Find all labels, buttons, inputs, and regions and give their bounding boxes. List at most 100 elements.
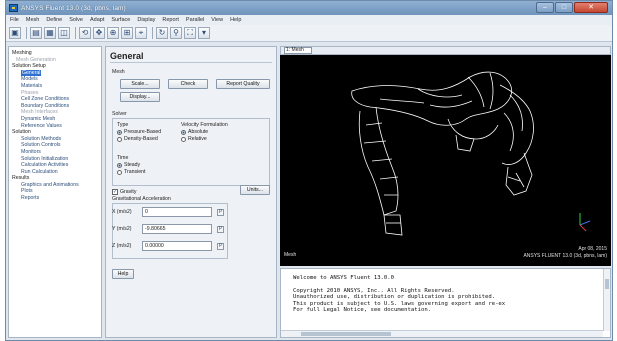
console-window[interactable]: Welcome to ANSYS Fluent 13.0.0 Copyright… <box>280 268 611 338</box>
general-task-panel: General Mesh Scale... Check Report Quali… <box>105 46 277 338</box>
minimize-button[interactable]: – <box>536 2 554 13</box>
close-button[interactable]: ✕ <box>574 2 608 13</box>
tree-item-materials[interactable]: Materials <box>12 83 98 90</box>
menu-report[interactable]: Report <box>162 17 179 23</box>
mouse-rotate-icon[interactable]: ↻ <box>156 27 168 39</box>
menu-surface[interactable]: Surface <box>111 17 130 23</box>
tree-item-reports[interactable]: Reports <box>12 195 98 202</box>
tree-item-boundary-conditions[interactable]: Boundary Conditions <box>12 103 98 110</box>
write-icon[interactable]: ▦ <box>44 27 56 39</box>
absolute-radio[interactable]: Absolute <box>181 129 208 135</box>
tree-item-solution-controls[interactable]: Solution Controls <box>12 142 98 149</box>
mesh-wireframe <box>351 71 591 236</box>
toolbar-separator <box>26 27 27 39</box>
tree-item-run-calculation[interactable]: Run Calculation <box>12 169 98 176</box>
solver-section-label: Solver <box>112 111 127 117</box>
velocity-formulation-label: Velocity Formulation <box>181 122 228 128</box>
menu-define[interactable]: Define <box>46 17 62 23</box>
menu-adapt[interactable]: Adapt <box>90 17 104 23</box>
open-file-icon[interactable]: ▣ <box>9 27 21 39</box>
tree-item-general[interactable]: General <box>21 69 42 77</box>
print-icon[interactable]: ◫ <box>58 27 70 39</box>
graphics-viewport[interactable]: Mesh Apr 08, 2015 ANSYS FLUENT 13.0 (3d,… <box>280 55 611 266</box>
report-quality-button[interactable]: Report Quality <box>216 79 270 89</box>
gravity-z-label: Z (m/s2) <box>112 243 132 249</box>
console-line: Unauthorized use, distribution or duplic… <box>293 294 496 301</box>
translate-icon[interactable]: ✥ <box>93 27 105 39</box>
tree-item-solution-initialization[interactable]: Solution Initialization <box>12 156 98 163</box>
parameter-dropdown-icon[interactable]: P <box>217 242 224 250</box>
menu-file[interactable]: File <box>10 17 19 23</box>
gravity-x-row: X (m/s2) 0 P <box>112 206 224 218</box>
menu-help[interactable]: Help <box>230 17 241 23</box>
tree-item-models[interactable]: Models <box>12 76 98 83</box>
gravity-checkbox[interactable]: ✓ Gravity <box>112 189 136 195</box>
panel-title: General <box>110 51 272 63</box>
title-bar: ANSYS Fluent 13.0 (3d, pbns, lam) – □ ✕ <box>6 1 612 15</box>
menu-solve[interactable]: Solve <box>69 17 83 23</box>
tree-category-solution-setup[interactable]: Solution Setup <box>12 63 98 70</box>
fit-view-icon[interactable]: ⛶ <box>184 27 196 39</box>
transient-radio[interactable]: Transient <box>117 169 145 175</box>
rotate-icon[interactable]: ⟲ <box>79 27 91 39</box>
transient-label: Transient <box>124 169 146 175</box>
probe-icon[interactable]: ⌖ <box>135 27 147 39</box>
tree-item-plots[interactable]: Plots <box>12 188 98 195</box>
save-icon[interactable]: ▤ <box>30 27 42 39</box>
maximize-button[interactable]: □ <box>555 2 573 13</box>
tree-item-graphics-and-animations[interactable]: Graphics and Animations <box>12 182 98 189</box>
graphics-window-select[interactable]: 1: Mesh <box>284 47 312 54</box>
tree-item-solution-methods[interactable]: Solution Methods <box>12 136 98 143</box>
tree-category-solution[interactable]: Solution <box>12 129 98 136</box>
tree-item-mesh-interfaces[interactable]: Mesh Interfaces <box>12 109 98 116</box>
mouse-zoom-icon[interactable]: ⚲ <box>170 27 182 39</box>
zoom-icon[interactable]: ⊕ <box>107 27 119 39</box>
menu-display[interactable]: Display <box>137 17 155 23</box>
steady-radio[interactable]: Steady <box>117 162 140 168</box>
check-button[interactable]: Check <box>168 79 208 89</box>
parameter-dropdown-icon[interactable]: P <box>217 225 224 233</box>
type-label: Type <box>117 122 129 128</box>
pressure-based-label: Pressure-Based <box>124 129 162 135</box>
tree-item-reference-values[interactable]: Reference Values <box>12 123 98 130</box>
menu-bar: File Mesh Define Solve Adapt Surface Dis… <box>6 15 612 25</box>
tree-category-results[interactable]: Results <box>12 175 98 182</box>
density-based-radio[interactable]: Density-Based <box>117 136 158 142</box>
tree-item-monitors[interactable]: Monitors <box>12 149 98 156</box>
checkbox-checked-icon: ✓ <box>112 189 118 195</box>
tree-category-meshing[interactable]: Meshing <box>12 50 98 57</box>
console-vertical-scrollbar[interactable] <box>603 269 610 331</box>
gravity-z-input[interactable]: 0.00000 <box>142 241 212 251</box>
radio-selected-icon <box>181 129 186 135</box>
gravity-y-row: Y (m/s2) -9.80665 P <box>112 223 224 235</box>
help-button[interactable]: Help <box>112 269 134 279</box>
menu-mesh[interactable]: Mesh <box>26 17 39 23</box>
relative-label: Relative <box>188 136 207 142</box>
menu-parallel[interactable]: Parallel <box>186 17 204 23</box>
tree-item-calculation-activities[interactable]: Calculation Activities <box>12 162 98 169</box>
relative-radio[interactable]: Relative <box>181 136 207 142</box>
console-output: Welcome to ANSYS Fluent 13.0.0 Copyright… <box>281 269 610 313</box>
display-button[interactable]: Display... <box>120 92 160 102</box>
gravity-z-row: Z (m/s2) 0.00000 P <box>112 240 224 252</box>
graphics-caption-product: ANSYS FLUENT 13.0 (3d, pbns, lam) <box>523 253 607 259</box>
navigation-tree: Meshing Mesh Generation Solution Setup G… <box>8 46 102 338</box>
zoom-to-fit-icon[interactable]: ⊞ <box>121 27 133 39</box>
gravity-y-input[interactable]: -9.80665 <box>142 224 212 234</box>
console-horizontal-scrollbar[interactable] <box>281 330 603 337</box>
toolbar-separator <box>75 27 76 39</box>
menu-view[interactable]: View <box>211 17 223 23</box>
tree-item-cell-zone-conditions[interactable]: Cell Zone Conditions <box>12 96 98 103</box>
gravitational-acceleration-label: Gravitational Acceleration <box>112 196 171 202</box>
gravity-x-input[interactable]: 0 <box>142 207 212 217</box>
parameter-dropdown-icon[interactable]: P <box>217 208 224 216</box>
tree-item-dynamic-mesh[interactable]: Dynamic Mesh <box>12 116 98 123</box>
tree-item-mesh-generation[interactable]: Mesh Generation <box>12 57 98 64</box>
view-dropdown-icon[interactable]: ▾ <box>198 27 210 39</box>
pressure-based-radio[interactable]: Pressure-Based <box>117 129 161 135</box>
scale-button[interactable]: Scale... <box>120 79 160 89</box>
units-button[interactable]: Units... <box>240 185 270 195</box>
tree-item-phases[interactable]: Phases <box>12 90 98 97</box>
gravity-y-label: Y (m/s2) <box>112 226 132 232</box>
console-line: Copyright 2010 ANSYS, Inc.. All Rights R… <box>293 287 455 294</box>
